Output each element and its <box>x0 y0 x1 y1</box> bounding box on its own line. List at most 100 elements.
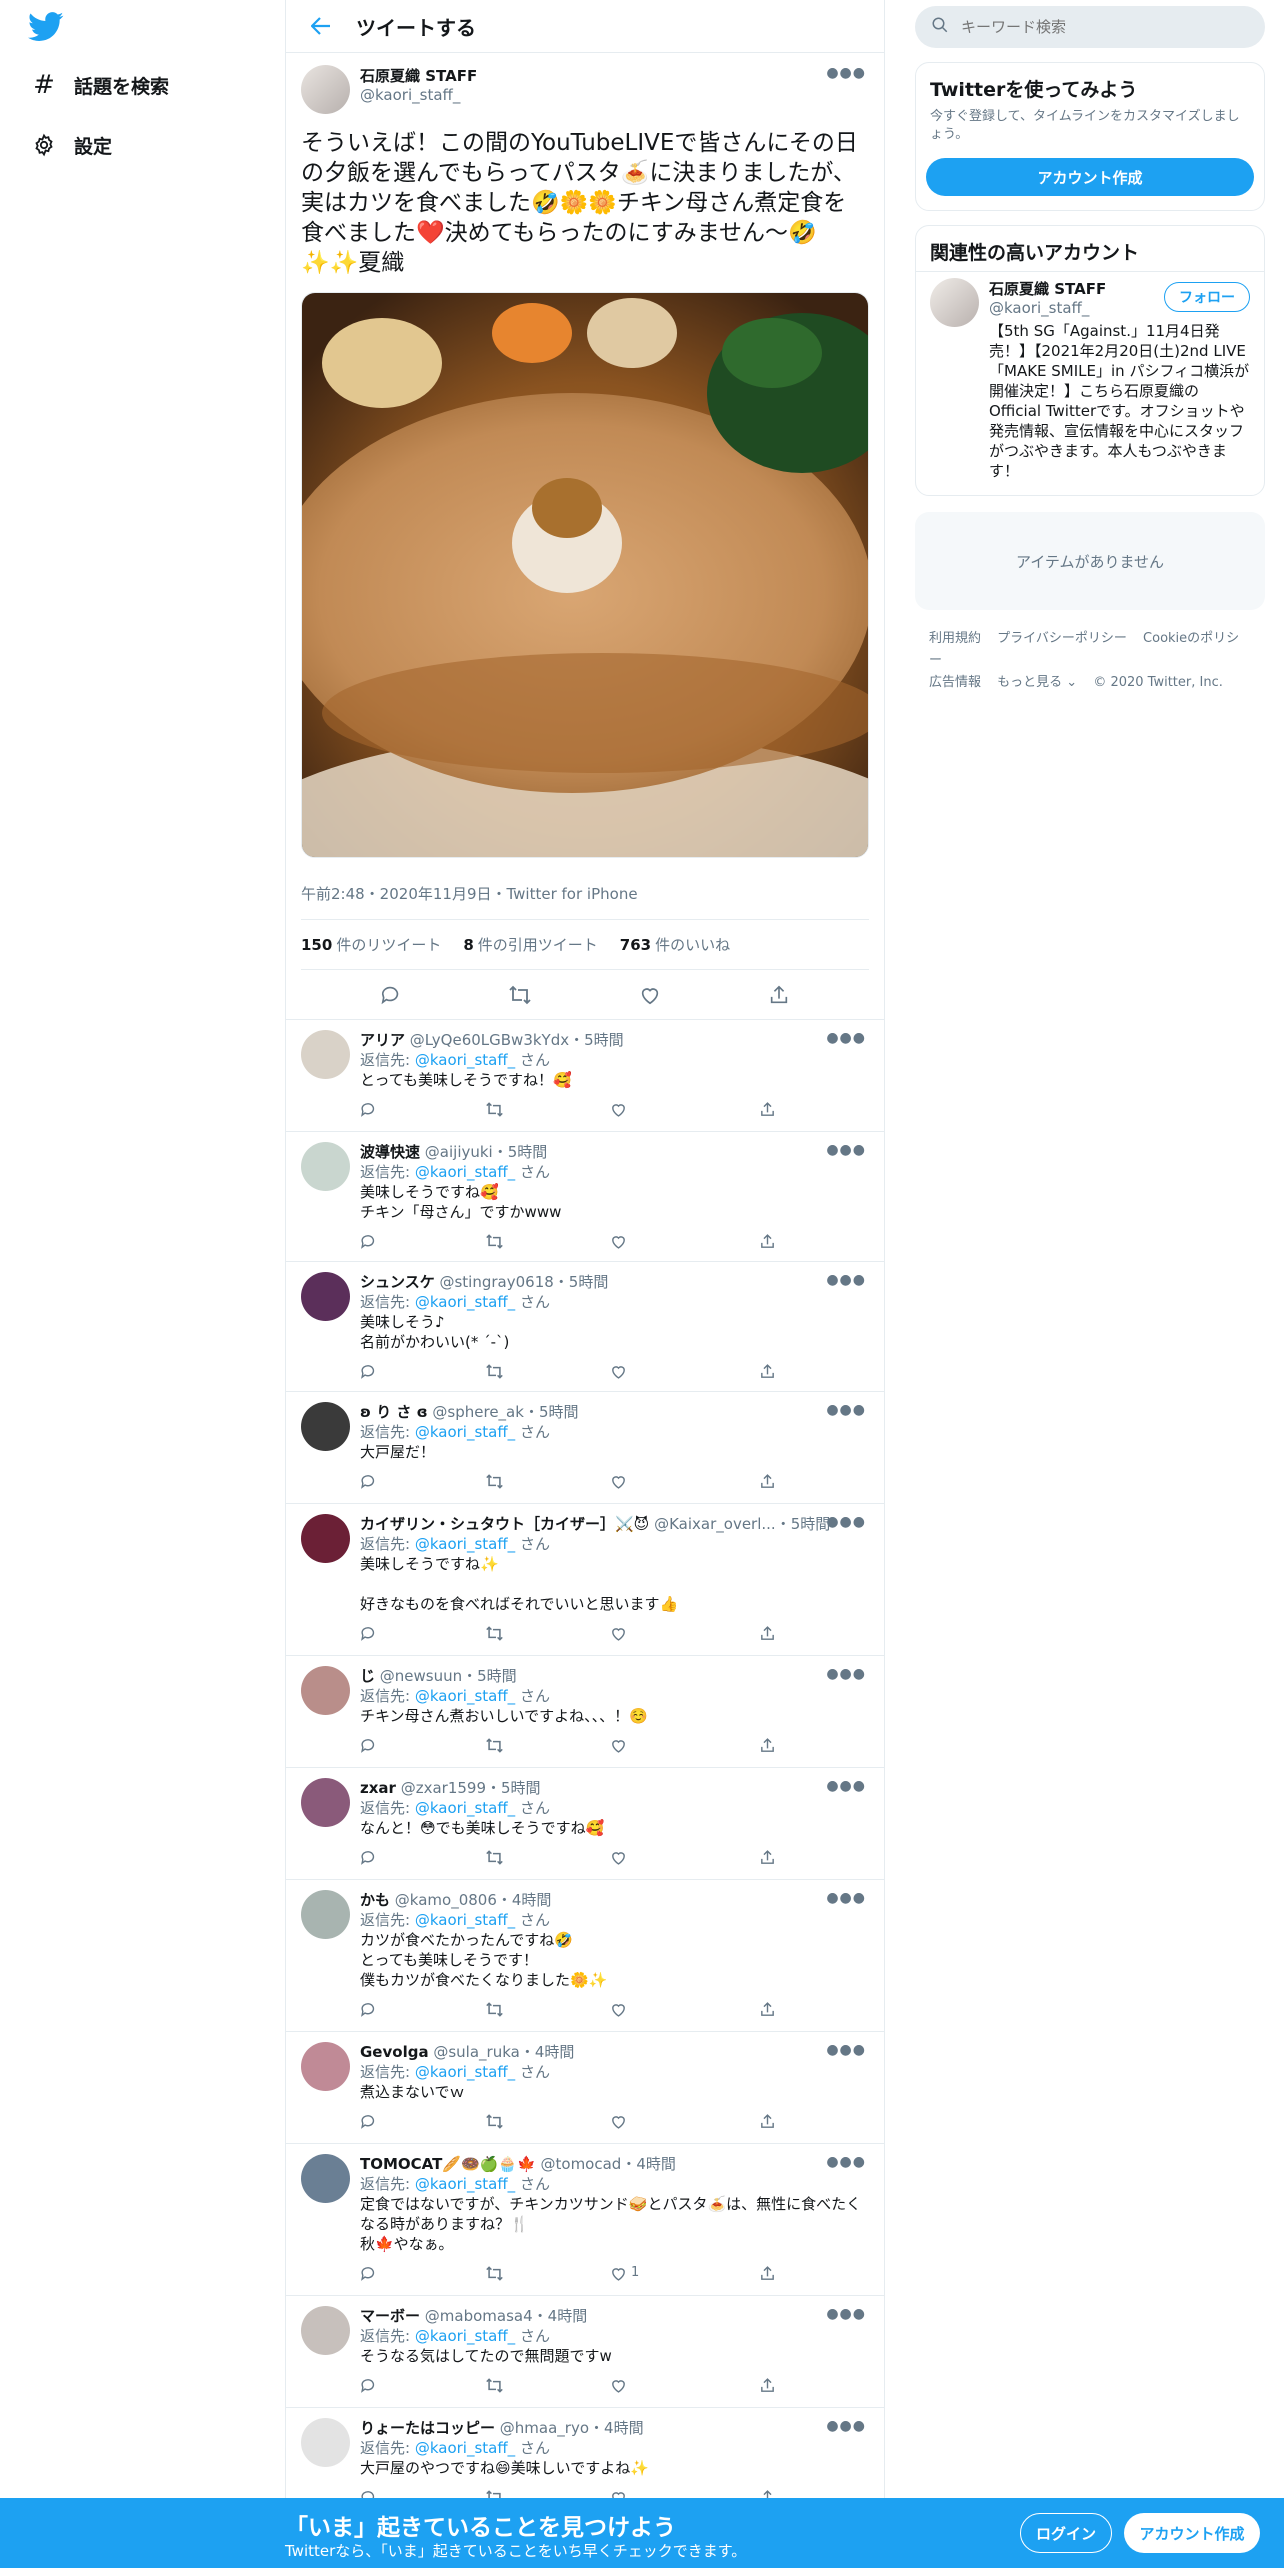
reply-time[interactable]: ・5時間 <box>462 1667 517 1685</box>
nav-explore[interactable]: # 話題を検索 <box>28 67 169 103</box>
reply-time[interactable]: ・4時間 <box>520 2043 575 2061</box>
reply-display-name[interactable]: TOMOCAT🥖🍩🍏🧁🍁 <box>360 2155 536 2173</box>
reply-tweet[interactable]: zxar @zxar1599・5時間 返信先: @kaori_staff_ さん… <box>286 1768 884 1880</box>
avatar[interactable] <box>301 2306 350 2355</box>
like-icon[interactable] <box>610 1466 660 1496</box>
retweet-icon[interactable] <box>485 2370 511 2400</box>
reply-time[interactable]: ・4時間 <box>621 2155 676 2173</box>
reply-icon[interactable] <box>360 1356 386 1386</box>
retweet-icon[interactable] <box>485 1226 511 1256</box>
like-icon[interactable] <box>610 1094 660 1124</box>
retweet-icon[interactable] <box>485 1094 511 1124</box>
nav-settings[interactable]: 設定 <box>28 127 112 163</box>
reply-icon[interactable] <box>360 1994 386 2024</box>
create-account-button[interactable]: アカウント作成 <box>926 158 1254 196</box>
reply-display-name[interactable]: マーボー <box>360 2307 420 2325</box>
reply-username[interactable]: @kamo_0806 <box>395 1891 497 1909</box>
like-icon[interactable] <box>635 980 665 1010</box>
login-button[interactable]: ログイン <box>1020 2513 1112 2553</box>
reply-username[interactable]: @zxar1599 <box>401 1779 486 1797</box>
more-options-icon[interactable]: ●●● <box>826 2418 866 2434</box>
like-icon[interactable] <box>610 1730 660 1760</box>
reply-icon[interactable] <box>360 1466 386 1496</box>
reply-to-link[interactable]: @kaori_staff_ <box>415 1423 515 1441</box>
reply-display-name[interactable]: アリア <box>360 1031 405 1049</box>
retweet-icon[interactable] <box>485 1466 511 1496</box>
retweet-icon[interactable] <box>485 2258 511 2288</box>
search-input[interactable] <box>961 18 1241 36</box>
reply-display-name[interactable]: ʚ り さ ɞ <box>360 1403 428 1421</box>
reply-icon[interactable] <box>360 2258 386 2288</box>
reply-time[interactable]: ・5時間 <box>776 1515 831 1533</box>
reply-time[interactable]: ・5時間 <box>554 1273 609 1291</box>
more-options-icon[interactable]: ●●● <box>826 2154 866 2170</box>
reply-username[interactable]: @sphere_ak <box>432 1403 524 1421</box>
more-options-icon[interactable]: ●●● <box>826 2306 866 2322</box>
reply-tweet[interactable]: Gevolga @sula_ruka・4時間 返信先: @kaori_staff… <box>286 2032 884 2144</box>
share-icon[interactable] <box>759 1618 785 1648</box>
reply-username[interactable]: @mabomasa4 <box>425 2307 533 2325</box>
reply-time[interactable]: ・5時間 <box>493 1143 548 1161</box>
tweet-display-name[interactable]: 石原夏織 STAFF <box>360 65 477 86</box>
avatar[interactable] <box>301 2418 350 2467</box>
related-account[interactable]: 石原夏織 STAFF @kaori_staff_ 【5th SG「Against… <box>916 271 1264 495</box>
like-icon[interactable] <box>610 1356 660 1386</box>
share-icon[interactable] <box>759 1842 785 1872</box>
more-options-icon[interactable]: ●●● <box>826 1030 866 1046</box>
more-options-icon[interactable]: ●●● <box>826 2042 866 2058</box>
like-count[interactable]: 763 件のいいね <box>620 934 730 955</box>
retweet-icon[interactable] <box>485 1730 511 1760</box>
back-arrow-icon[interactable] <box>304 9 338 43</box>
avatar[interactable] <box>301 2154 350 2203</box>
more-options-icon[interactable]: ●●● <box>826 1778 866 1794</box>
reply-time[interactable]: ・4時間 <box>589 2419 644 2437</box>
reply-username[interactable]: @sula_ruka <box>433 2043 519 2061</box>
reply-username[interactable]: @aijiyuki <box>425 1143 493 1161</box>
avatar[interactable] <box>930 278 979 327</box>
retweet-icon[interactable] <box>485 1994 511 2024</box>
quote-count[interactable]: 8 件の引用ツイート <box>463 934 597 955</box>
avatar[interactable] <box>301 1778 350 1827</box>
reply-display-name[interactable]: zxar <box>360 1779 396 1797</box>
retweet-icon[interactable] <box>485 1356 511 1386</box>
like-icon[interactable]: 1 <box>610 2258 660 2288</box>
reply-tweet[interactable]: シュンスケ @stingray0618・5時間 返信先: @kaori_staf… <box>286 1262 884 1392</box>
reply-tweet[interactable]: じ @newsuun・5時間 返信先: @kaori_staff_ さん チキン… <box>286 1656 884 1768</box>
share-icon[interactable] <box>759 2370 785 2400</box>
reply-to-link[interactable]: @kaori_staff_ <box>415 1687 515 1705</box>
footer-link-terms[interactable]: 利用規約 <box>929 631 981 646</box>
reply-username[interactable]: @LyQe60LGBw3kYdx <box>410 1031 569 1049</box>
avatar[interactable] <box>301 1666 350 1715</box>
reply-to-link[interactable]: @kaori_staff_ <box>415 1051 515 1069</box>
reply-tweet[interactable]: ʚ り さ ɞ @sphere_ak・5時間 返信先: @kaori_staff… <box>286 1392 884 1504</box>
reply-to-link[interactable]: @kaori_staff_ <box>415 1799 515 1817</box>
reply-icon[interactable] <box>360 1842 386 1872</box>
signup-button[interactable]: アカウント作成 <box>1124 2513 1260 2553</box>
reply-time[interactable]: ・5時間 <box>569 1031 624 1049</box>
footer-link-privacy[interactable]: プライバシーポリシー <box>997 631 1127 646</box>
reply-tweet[interactable]: カイザリン・シュタウト［カイザー］⚔️😈 @Kaixar_overl...・5時… <box>286 1504 884 1656</box>
more-options-icon[interactable]: ●●● <box>826 1514 866 1530</box>
reply-to-link[interactable]: @kaori_staff_ <box>415 2327 515 2345</box>
retweet-count[interactable]: 150 件のリツイート <box>301 934 441 955</box>
reply-display-name[interactable]: かも <box>360 1891 390 1909</box>
retweet-icon[interactable] <box>485 2106 511 2136</box>
avatar[interactable] <box>301 1030 350 1079</box>
share-icon[interactable] <box>759 1226 785 1256</box>
tweet-username[interactable]: @kaori_staff_ <box>360 86 477 104</box>
reply-icon[interactable] <box>360 1618 386 1648</box>
retweet-icon[interactable] <box>485 1618 511 1648</box>
share-icon[interactable] <box>759 1356 785 1386</box>
reply-tweet[interactable]: 波導快速 @aijiyuki・5時間 返信先: @kaori_staff_ さん… <box>286 1132 884 1262</box>
reply-display-name[interactable]: Gevolga <box>360 2043 429 2061</box>
avatar[interactable] <box>301 2042 350 2091</box>
reply-to-link[interactable]: @kaori_staff_ <box>415 1535 515 1553</box>
tweet-photo[interactable] <box>301 292 869 858</box>
reply-time[interactable]: ・4時間 <box>533 2307 588 2325</box>
reply-tweet[interactable]: かも @kamo_0806・4時間 返信先: @kaori_staff_ さん … <box>286 1880 884 2032</box>
twitter-logo-icon[interactable] <box>28 12 64 42</box>
reply-time[interactable]: ・5時間 <box>524 1403 579 1421</box>
follow-button[interactable]: フォロー <box>1164 282 1250 312</box>
reply-time[interactable]: ・5時間 <box>486 1779 541 1797</box>
search-box[interactable] <box>915 6 1265 48</box>
